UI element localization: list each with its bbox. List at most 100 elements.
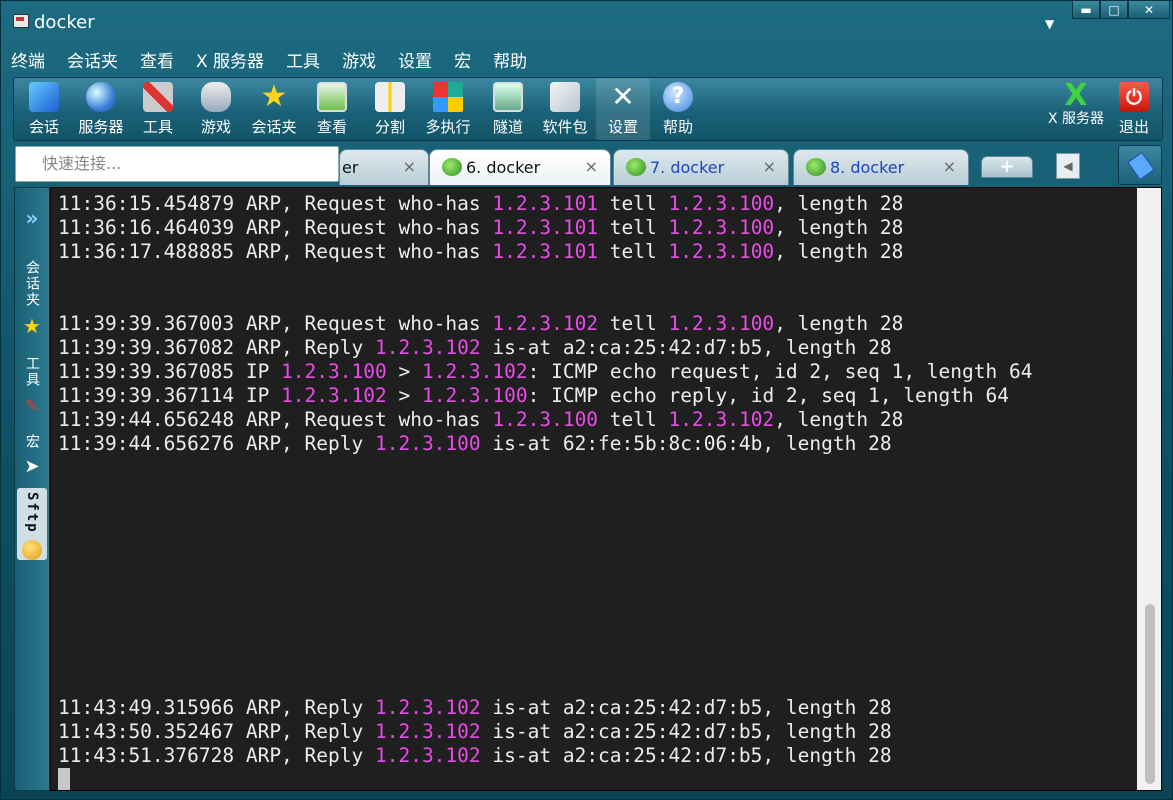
terminal-line: 11:43:50.352467 ARP, Reply 1.2.3.102 is-… xyxy=(58,720,1032,744)
new-tab-button[interactable]: + xyxy=(981,156,1033,178)
terminal-line: 11:43:51.376728 ARP, Reply 1.2.3.102 is-… xyxy=(58,744,1032,768)
side-tab-sessions[interactable]: 会话夹 ★ xyxy=(17,260,47,338)
xserver-button[interactable]: X X 服务器 xyxy=(1046,78,1106,140)
tools-button[interactable]: 工具 xyxy=(136,78,180,140)
menu-help[interactable]: 帮助 xyxy=(493,47,527,73)
docker-session-icon xyxy=(806,158,826,176)
terminal-text: 11:36:16.464039 ARP, Request who-has xyxy=(58,216,493,239)
side-tab-tools[interactable]: 工具 ✎ xyxy=(17,356,47,415)
ip-address: 1.2.3.102 xyxy=(374,744,481,767)
text-cursor xyxy=(58,768,70,790)
ip-address: 1.2.3.101 xyxy=(492,216,599,239)
ip-address: 1.2.3.101 xyxy=(492,192,599,215)
split-button[interactable]: 分割 xyxy=(368,78,412,140)
tab-scroll-left-icon[interactable]: ◀ xyxy=(1056,153,1080,179)
terminal-text: 11:43:49.315966 ARP, Reply xyxy=(58,696,375,719)
tab-close-icon[interactable]: × xyxy=(585,157,598,176)
tab-close-icon[interactable]: × xyxy=(943,157,956,176)
expand-panel-icon[interactable]: » xyxy=(17,206,47,230)
servers-button[interactable]: 服务器 xyxy=(74,78,128,140)
sessions-button[interactable]: ★ 会话夹 xyxy=(246,78,302,140)
terminal-text: tell xyxy=(598,192,669,215)
quick-connect-input[interactable]: 快速连接... xyxy=(15,146,339,182)
tab-close-icon[interactable]: × xyxy=(763,157,776,176)
terminal-app-icon xyxy=(13,14,29,28)
menu-games[interactable]: 游戏 xyxy=(342,47,376,73)
star-icon: ★ xyxy=(23,314,41,338)
chevron-down-icon[interactable]: ▼ xyxy=(1045,17,1054,31)
ip-address: 1.2.3.102 xyxy=(668,408,775,431)
terminal-scrollbar[interactable] xyxy=(1137,188,1161,790)
terminal-text: 11:36:15.454879 ARP, Request who-has xyxy=(58,192,493,215)
terminal-text: is-at a2:ca:25:42:d7:b5, length 28 xyxy=(480,336,892,359)
ip-address: 1.2.3.102 xyxy=(374,696,481,719)
terminal-text: , length 28 xyxy=(774,240,904,263)
terminal-text: 11:39:39.367082 ARP, Reply xyxy=(58,336,375,359)
side-tab-sftp[interactable]: Sftp xyxy=(17,488,47,560)
terminal-text: tell xyxy=(598,240,669,263)
menu-settings[interactable]: 设置 xyxy=(398,47,432,73)
terminal-view[interactable]: 11:36:15.454879 ARP, Request who-has 1.2… xyxy=(50,187,1162,791)
globe-icon xyxy=(86,82,116,112)
gamepad-icon xyxy=(201,82,231,112)
terminal-line: 11:39:44.656276 ARP, Reply 1.2.3.100 is-… xyxy=(58,432,1032,456)
package-icon xyxy=(550,82,580,112)
ip-address: 1.2.3.100 xyxy=(668,192,775,215)
settings-button[interactable]: ✕ 设置 xyxy=(596,78,650,140)
terminal-text: 11:39:39.367085 IP xyxy=(58,360,282,383)
app-window: docker ▼ ▬ □ ✕ 终端 会话夹 查看 X 服务器 工具 游戏 设置 … xyxy=(0,0,1173,800)
terminal-text: is-at a2:ca:25:42:d7:b5, length 28 xyxy=(480,720,892,743)
help-button[interactable]: ? 帮助 xyxy=(656,78,700,140)
menu-macros[interactable]: 宏 xyxy=(454,47,471,73)
ip-address: 1.2.3.102 xyxy=(374,720,481,743)
terminal-text: , length 28 xyxy=(774,192,904,215)
packages-button[interactable]: 软件包 xyxy=(538,78,592,140)
tab-8-docker[interactable]: 8. docker × xyxy=(793,149,969,185)
split-icon xyxy=(375,82,405,112)
terminal-text: tell xyxy=(598,216,669,239)
tab-close-icon[interactable]: × xyxy=(403,157,416,176)
scrollbar-thumb[interactable] xyxy=(1145,604,1155,784)
tunnel-button[interactable]: 隧道 xyxy=(486,78,530,140)
session-button[interactable]: 会话 xyxy=(22,78,66,140)
attach-icon[interactable] xyxy=(1118,145,1162,185)
ip-address: 1.2.3.102 xyxy=(492,312,599,335)
session-icon xyxy=(29,82,59,112)
menu-tools[interactable]: 工具 xyxy=(286,47,320,73)
side-tab-macros[interactable]: 宏 ➤ xyxy=(17,434,47,477)
help-icon: ? xyxy=(663,82,693,112)
toolbar: 会话 服务器 工具 游戏 ★ 会话夹 查看 分割 多执行 隧道 软件包 ✕ 设置… xyxy=(13,77,1163,141)
tab-7-docker[interactable]: 7. docker × xyxy=(613,149,789,185)
docker-session-icon xyxy=(442,158,462,176)
view-button[interactable]: 查看 xyxy=(310,78,354,140)
x-logo-icon: X xyxy=(1064,78,1088,113)
menu-view[interactable]: 查看 xyxy=(140,47,174,73)
terminal-line: 11:36:15.454879 ARP, Request who-has 1.2… xyxy=(58,192,1032,216)
exit-button[interactable]: ⏻ 退出 xyxy=(1112,78,1156,140)
terminal-text: 11:39:39.367003 ARP, Request who-has xyxy=(58,312,493,335)
terminal-line: 11:36:17.488885 ARP, Request who-has 1.2… xyxy=(58,240,1032,264)
menu-sessions[interactable]: 会话夹 xyxy=(67,47,118,73)
send-icon: ➤ xyxy=(24,456,40,477)
close-icon[interactable]: ✕ xyxy=(1128,1,1170,19)
maximize-icon[interactable]: □ xyxy=(1100,1,1128,19)
tab-6-docker[interactable]: 6. docker × xyxy=(429,149,611,185)
multiexec-button[interactable]: 多执行 xyxy=(420,78,476,140)
minimize-icon[interactable]: ▬ xyxy=(1072,1,1100,19)
tab-5[interactable]: er × xyxy=(339,149,429,185)
terminal-text: 11:43:50.352467 ARP, Reply xyxy=(58,720,375,743)
ip-address: 1.2.3.101 xyxy=(492,240,599,263)
menu-terminal[interactable]: 终端 xyxy=(11,47,45,73)
terminal-line: 11:36:16.464039 ARP, Request who-has 1.2… xyxy=(58,216,1032,240)
docker-session-icon xyxy=(626,158,646,176)
wrench-icon: ✕ xyxy=(611,80,635,113)
games-button[interactable]: 游戏 xyxy=(194,78,238,140)
menu-xserver[interactable]: X 服务器 xyxy=(196,47,264,73)
terminal-text: , length 28 xyxy=(774,216,904,239)
ip-address: 1.2.3.100 xyxy=(421,384,528,407)
